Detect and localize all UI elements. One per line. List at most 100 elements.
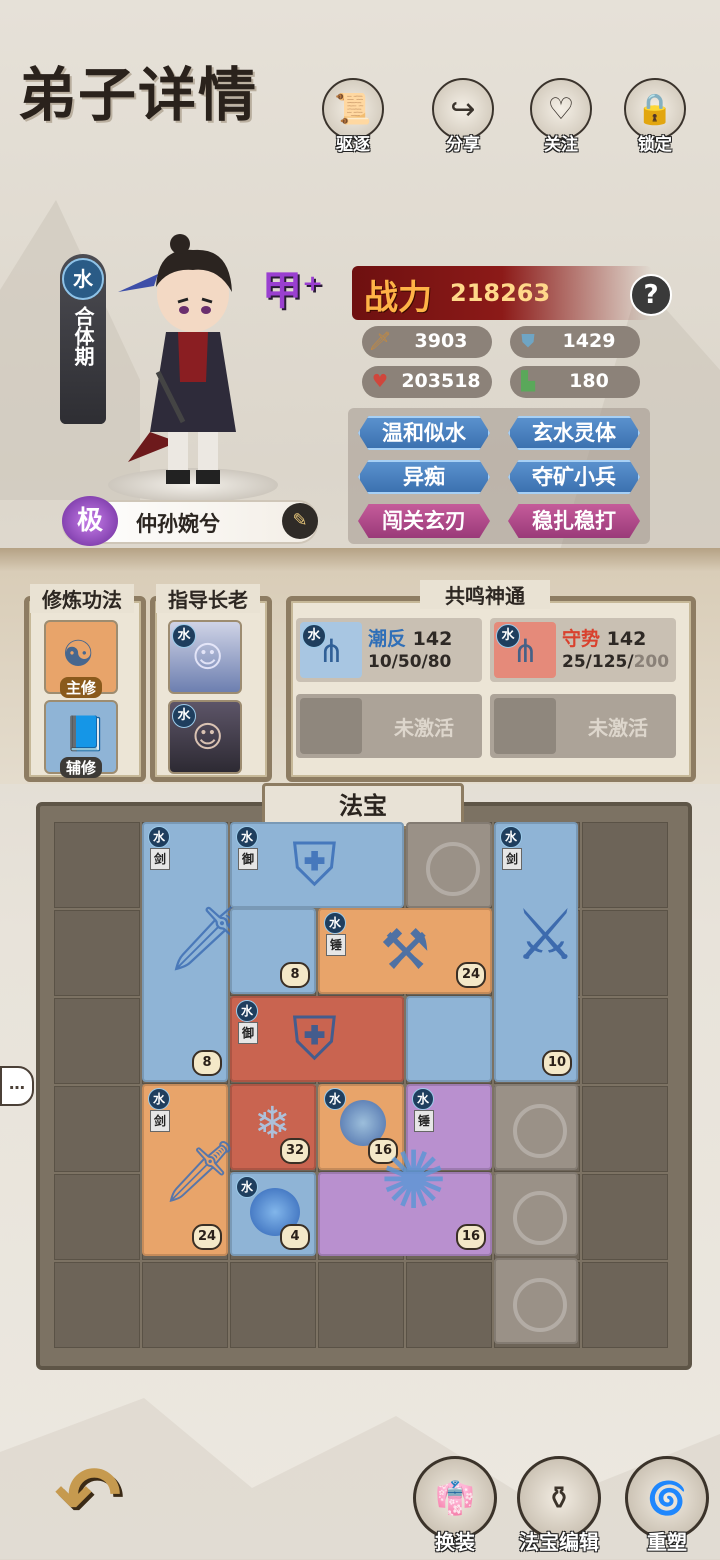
boot-icon: ▙ xyxy=(521,371,535,392)
resonance-progress-b: 200 xyxy=(633,652,670,672)
resonance-slot-4[interactable]: 未激活 xyxy=(490,694,676,758)
main-technique-slot[interactable]: ☯ 主修 xyxy=(44,620,118,698)
resonance-slot-2[interactable]: 水 ⋔ 守势 142 25/125/200 xyxy=(490,618,676,682)
resonance-progress: 10/50/80 xyxy=(368,652,452,672)
share-button[interactable]: ↪ 分享 xyxy=(428,78,498,160)
aux-technique-slot[interactable]: 📘 辅修 xyxy=(44,700,118,778)
fabao-item-armor-top[interactable]: 水 御 ⛨ xyxy=(230,822,404,908)
reshape-button[interactable]: 🌀 重塑 xyxy=(624,1456,710,1555)
mace-icon: ✺ xyxy=(380,1134,448,1227)
fabao-item-sword-orange[interactable]: 水 剑 🗡 24 xyxy=(142,1084,238,1256)
fabao-item-greatsword[interactable]: 水 剑 ⚔ 10 xyxy=(494,822,578,1082)
grid-cell[interactable] xyxy=(582,910,668,996)
expel-button[interactable]: 📜 驱逐 xyxy=(318,78,388,160)
stat-attack: 🗡 3903 xyxy=(362,326,492,358)
fabao-edit-label: 法宝编辑 xyxy=(519,1530,599,1554)
trait-tag[interactable]: 异痴 xyxy=(358,460,490,494)
water-element-badge: 水 xyxy=(148,826,170,848)
water-element-badge: 水 xyxy=(236,1000,258,1022)
water-element-badge: 水 xyxy=(236,826,258,848)
trait-tag[interactable]: 闯关玄刃 xyxy=(358,504,490,538)
fabao-item-sword[interactable]: 水 剑 🗡 8 xyxy=(142,822,255,1082)
swirl-icon xyxy=(513,1278,567,1332)
stat-defense: ⛊ 1429 xyxy=(510,326,640,358)
grid-cell[interactable] xyxy=(230,1262,316,1348)
item-level: 10 xyxy=(542,1050,572,1076)
item-type-badge: 剑 xyxy=(502,848,522,870)
item-type-badge: 剑 xyxy=(150,848,170,870)
item-type-badge: 锤 xyxy=(414,1110,434,1132)
grid-cell[interactable] xyxy=(582,822,668,908)
grid-cell[interactable] xyxy=(582,1086,668,1172)
grid-cell[interactable] xyxy=(54,998,140,1084)
swirl-icon xyxy=(513,1104,567,1158)
trident-glyph: ⋔ xyxy=(512,632,539,670)
grid-cell[interactable] xyxy=(582,1174,668,1260)
trident-shield-icon: 水 ⋔ xyxy=(494,622,556,678)
trident-icon: 水 ⋔ xyxy=(300,622,362,678)
fabao-item-armor-red-bottom[interactable]: ❄ 32 xyxy=(230,1084,316,1170)
trait-tag[interactable]: 稳扎稳打 xyxy=(508,504,640,538)
water-element-badge: 水 xyxy=(236,1176,258,1198)
fabao-item-mace-bottom[interactable]: ✺ 16 xyxy=(318,1134,492,1256)
item-type-badge: 御 xyxy=(238,848,258,870)
lock-button[interactable]: 🔒 锁定 xyxy=(620,78,690,160)
water-element-badge: 水 xyxy=(412,1088,434,1110)
share-label: 分享 xyxy=(446,135,480,155)
grid-cell[interactable] xyxy=(318,1262,404,1348)
resonance-progress-a: 25/125/ xyxy=(562,652,634,672)
chat-bubble-icon[interactable]: … xyxy=(0,1066,34,1106)
empty-grid-cell[interactable] xyxy=(406,822,492,908)
fabao-item-orb-blue[interactable]: 水 4 xyxy=(230,1172,316,1256)
grid-cell[interactable] xyxy=(54,1262,140,1348)
grid-cell[interactable] xyxy=(582,998,668,1084)
empty-slot-icon xyxy=(300,698,362,754)
character-portrait[interactable] xyxy=(118,232,268,487)
back-arrow-icon[interactable]: ↶ xyxy=(42,1454,134,1538)
fabao-item-hammer[interactable]: 水 锤 ⚒ 24 xyxy=(318,908,492,994)
cultivation-label: 修炼功法 xyxy=(30,584,134,613)
empty-grid-cell[interactable] xyxy=(494,1258,578,1344)
heart-icon: ♥ xyxy=(371,371,389,392)
water-element-badge: 水 xyxy=(500,826,522,848)
grid-cell[interactable] xyxy=(54,1086,140,1172)
resonance-slot-1[interactable]: 水 ⋔ 潮反 142 10/50/80 xyxy=(296,618,482,682)
grid-cell[interactable] xyxy=(142,1262,228,1348)
grid-cell[interactable] xyxy=(406,1262,492,1348)
rename-brush-icon[interactable]: ✎ xyxy=(282,503,318,539)
fabao-edit-button[interactable]: ⚱ 法宝编辑 xyxy=(516,1456,602,1555)
fabao-item-armor-red[interactable]: 水 御 ⛨ xyxy=(230,996,404,1082)
stat-speed: ▙ 180 xyxy=(510,366,640,398)
empty-grid-cell[interactable] xyxy=(494,1084,578,1170)
grid-cell[interactable] xyxy=(54,822,140,908)
help-icon[interactable]: ? xyxy=(630,274,672,316)
elders-label: 指导长老 xyxy=(156,584,260,613)
change-outfit-label: 换装 xyxy=(435,1530,475,1554)
trait-tag[interactable]: 玄水灵体 xyxy=(508,416,640,450)
aux-technique-tag: 辅修 xyxy=(59,757,103,778)
resonance-name-text: 潮反 xyxy=(368,628,407,650)
trait-tag[interactable]: 夺矿小兵 xyxy=(508,460,640,494)
expel-label: 驱逐 xyxy=(336,135,370,155)
stat-attack-value: 3903 xyxy=(414,330,468,352)
trait-tag[interactable]: 温和似水 xyxy=(358,416,490,450)
follow-label: 关注 xyxy=(544,135,578,155)
resonance-slot-3[interactable]: 未激活 xyxy=(296,694,482,758)
water-element-badge: 水 xyxy=(324,912,346,934)
grid-cell[interactable] xyxy=(54,910,140,996)
empty-grid-cell[interactable] xyxy=(494,1172,578,1256)
elder-portrait-icon: ☺ xyxy=(192,720,224,755)
resonance-name: 守势 142 xyxy=(562,624,646,651)
grid-cell[interactable] xyxy=(54,1174,140,1260)
swirl-icon xyxy=(513,1191,567,1245)
reshape-label: 重塑 xyxy=(647,1530,687,1554)
fabao-item-armor-bottom[interactable]: 8 xyxy=(230,908,316,994)
fabao-item-greatsword-ext[interactable] xyxy=(406,996,492,1082)
follow-button[interactable]: ♡ 关注 xyxy=(526,78,596,160)
grid-cell[interactable] xyxy=(582,1262,668,1348)
change-outfit-button[interactable]: 👘 换装 xyxy=(412,1456,498,1555)
elder-slot-2[interactable]: 水 ☺ xyxy=(168,700,242,774)
elder-slot-1[interactable]: 水 ☺ xyxy=(168,620,242,694)
realm-text: 合体期 xyxy=(71,306,95,366)
hammer-icon: ⚒ xyxy=(380,918,431,983)
